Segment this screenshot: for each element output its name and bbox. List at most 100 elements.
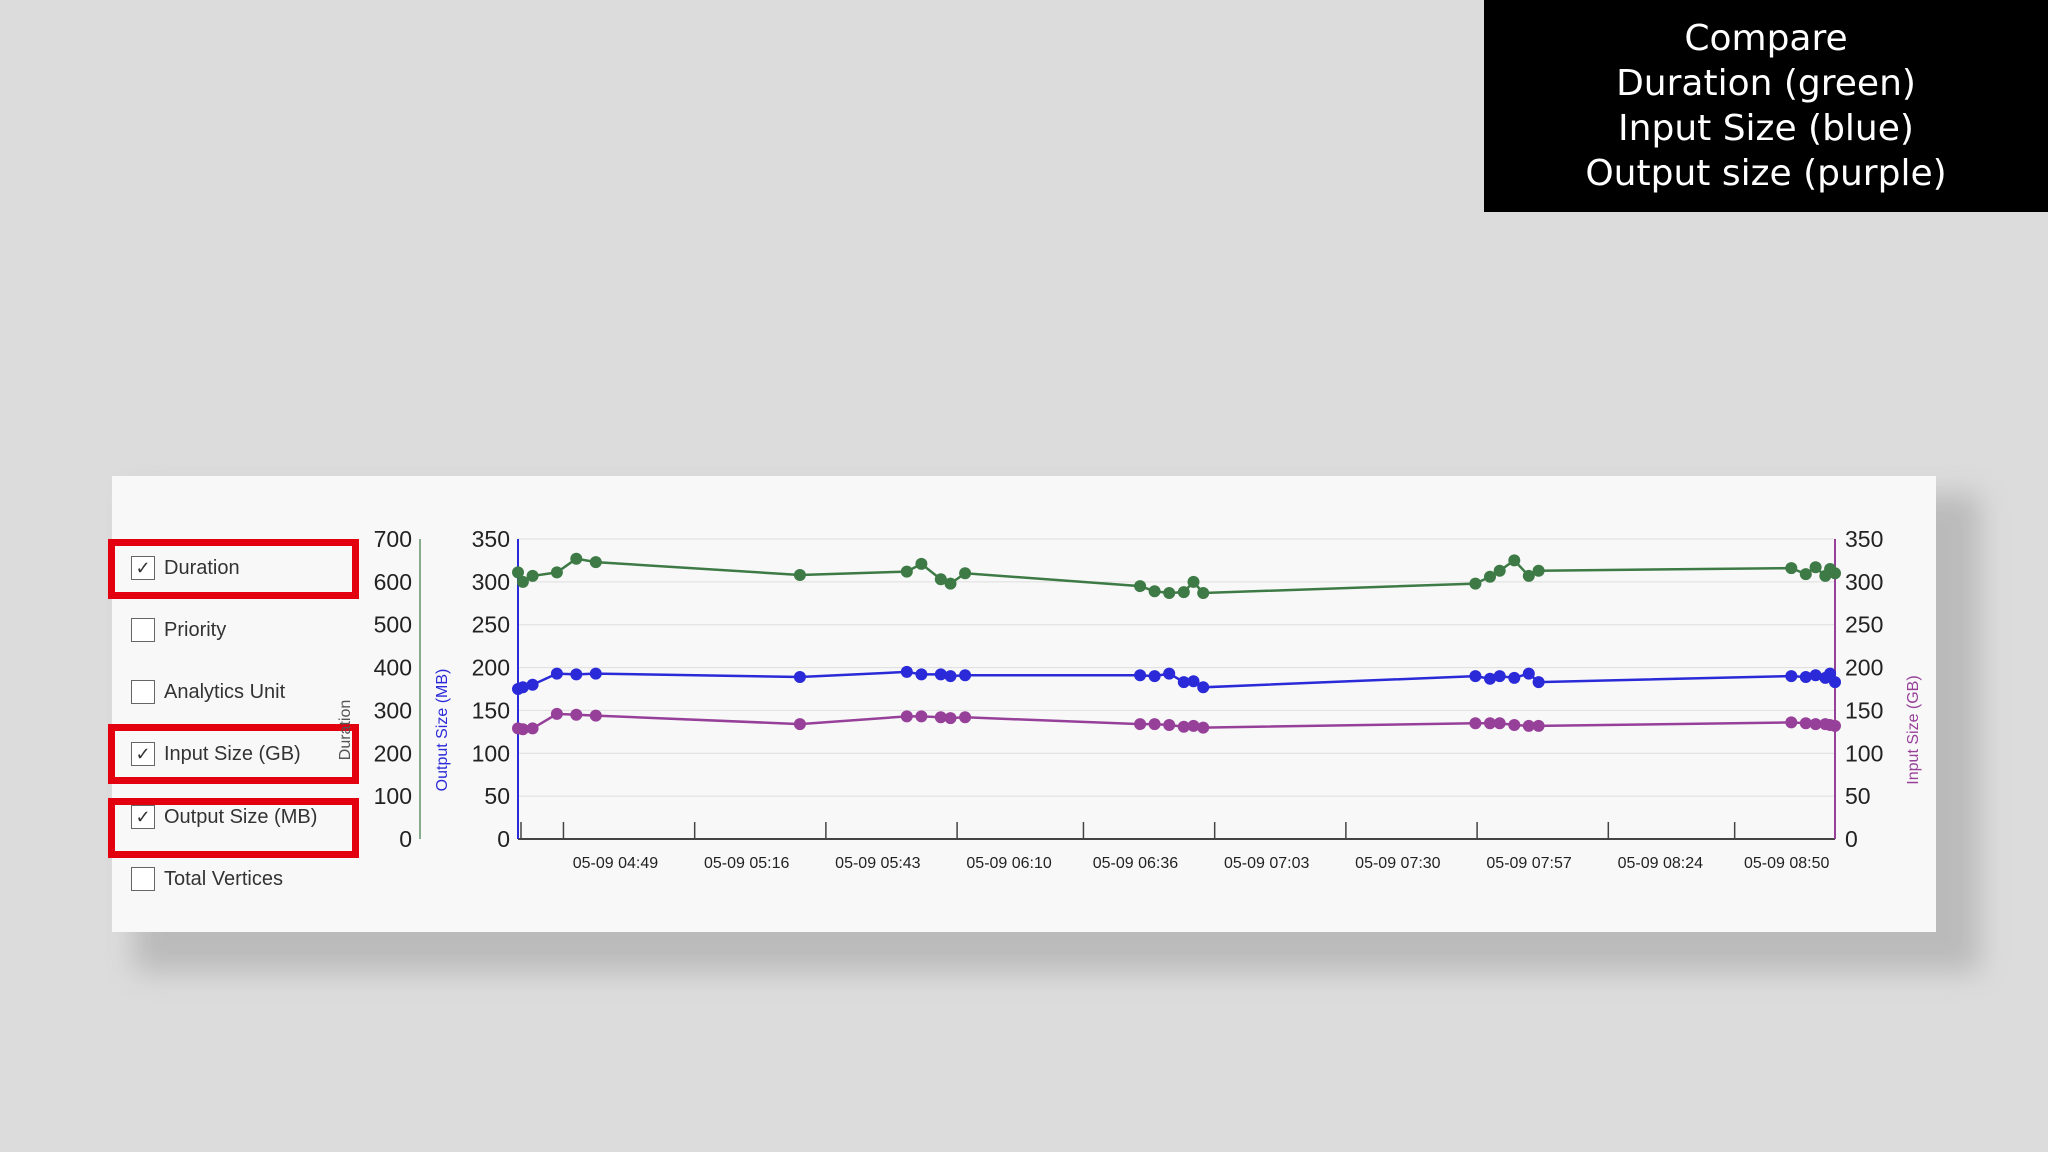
x-tick-label: 05-09 08:24 <box>1618 855 1704 872</box>
data-point <box>589 709 602 722</box>
duration-tick-label: 600 <box>374 569 412 595</box>
data-point <box>526 569 539 582</box>
data-point <box>900 665 913 678</box>
data-point <box>1829 676 1841 689</box>
data-point <box>570 552 583 565</box>
data-point <box>1187 575 1200 588</box>
data-point <box>1829 567 1841 580</box>
data-point <box>1163 719 1176 731</box>
data-point <box>959 567 972 580</box>
data-point <box>1177 586 1190 599</box>
data-point <box>550 667 563 680</box>
output-tick-label: 100 <box>472 740 510 766</box>
duration-tick-label: 100 <box>374 783 412 809</box>
input-tick-label: 0 <box>1845 826 1858 852</box>
output-tick-label: 250 <box>472 612 510 638</box>
output-tick-label: 350 <box>472 526 510 552</box>
x-tick-label: 05-09 08:50 <box>1744 855 1830 872</box>
data-point <box>793 718 806 731</box>
output-axis-title: Output Size (MB) <box>434 669 451 792</box>
data-point <box>1148 670 1161 683</box>
data-point <box>944 712 957 725</box>
series-line <box>517 670 1837 691</box>
data-point <box>900 565 913 578</box>
data-point <box>1522 667 1535 680</box>
data-point <box>589 556 602 569</box>
data-point <box>1163 667 1176 680</box>
data-point <box>1197 681 1210 694</box>
data-point <box>1809 561 1822 574</box>
data-point <box>1785 562 1798 575</box>
data-point <box>1508 671 1521 684</box>
data-point <box>1493 564 1506 577</box>
output-tick-label: 200 <box>472 655 510 681</box>
series-line <box>516 557 1836 595</box>
output-tick-label: 0 <box>497 826 510 852</box>
duration-tick-label: 700 <box>374 526 412 552</box>
data-point <box>793 569 806 581</box>
duration-tick-label: 400 <box>374 655 412 681</box>
data-point <box>1493 670 1506 683</box>
input-tick-label: 200 <box>1845 655 1883 681</box>
data-point <box>1532 719 1545 732</box>
x-tick-label: 05-09 07:03 <box>1224 855 1310 872</box>
input-axis-title: Input Size (GB) <box>1905 675 1922 784</box>
data-point <box>526 678 539 691</box>
x-tick-label: 05-09 07:57 <box>1486 855 1572 872</box>
duration-tick-label: 300 <box>374 697 412 723</box>
data-point <box>1163 587 1176 599</box>
data-point <box>915 557 928 570</box>
data-point <box>1148 585 1161 598</box>
data-point <box>570 708 583 721</box>
data-point <box>1532 676 1545 689</box>
input-tick-label: 300 <box>1845 569 1883 595</box>
data-point <box>944 577 957 590</box>
x-tick-label: 05-09 06:10 <box>966 855 1052 872</box>
data-point <box>570 668 583 681</box>
data-point <box>959 711 972 724</box>
data-point <box>1532 564 1545 577</box>
data-point <box>793 671 806 683</box>
output-tick-label: 50 <box>484 783 510 809</box>
data-point <box>1148 718 1161 731</box>
input-tick-label: 100 <box>1845 740 1883 766</box>
data-point <box>1469 577 1482 590</box>
line-chart: 0100200300400500600700050100150200250300… <box>337 526 1922 872</box>
data-point <box>900 710 913 723</box>
data-point <box>1785 716 1798 729</box>
data-point <box>589 667 602 680</box>
data-point <box>1197 587 1210 599</box>
duration-tick-label: 200 <box>374 740 412 766</box>
data-point <box>1134 580 1147 593</box>
data-point <box>550 707 563 720</box>
data-point <box>1785 670 1798 683</box>
input-tick-label: 150 <box>1845 697 1883 723</box>
x-tick-label: 05-09 05:43 <box>835 855 921 872</box>
output-tick-label: 150 <box>472 697 510 723</box>
x-tick-label: 05-09 05:16 <box>704 855 790 872</box>
data-point <box>1469 717 1482 730</box>
x-tick-label: 05-09 04:49 <box>573 855 659 872</box>
data-point <box>1469 670 1482 683</box>
data-point <box>915 710 928 723</box>
data-point <box>1493 717 1506 730</box>
duration-tick-label: 0 <box>399 826 412 852</box>
duration-axis-title: Duration <box>337 700 354 760</box>
x-tick-label: 05-09 06:36 <box>1093 855 1179 872</box>
data-point <box>959 669 972 682</box>
input-tick-label: 50 <box>1845 783 1871 809</box>
x-tick-label: 05-09 07:30 <box>1355 855 1441 872</box>
data-point <box>944 670 957 683</box>
data-point <box>1197 721 1210 734</box>
data-point <box>915 668 928 681</box>
output-tick-label: 300 <box>472 569 510 595</box>
series-line <box>517 712 1836 731</box>
input-tick-label: 350 <box>1845 526 1883 552</box>
data-point <box>1829 719 1841 732</box>
data-point <box>550 566 563 579</box>
duration-tick-label: 500 <box>374 612 412 638</box>
data-point <box>1134 669 1147 682</box>
data-point <box>1508 719 1521 731</box>
input-tick-label: 250 <box>1845 612 1883 638</box>
data-point <box>1799 568 1812 581</box>
